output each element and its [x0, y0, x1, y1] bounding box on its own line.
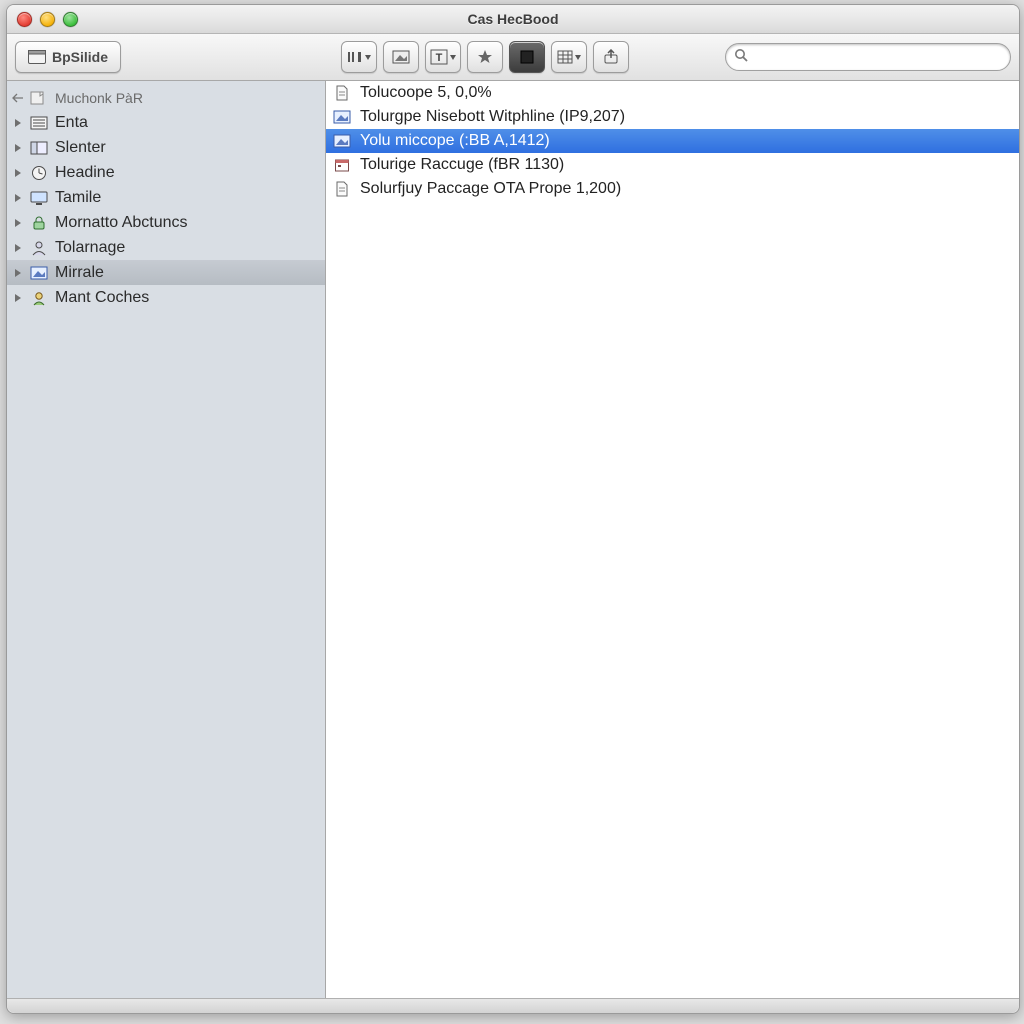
sidebar-root-label: Muchonk PàR [53, 90, 143, 106]
doc-icon [332, 180, 352, 198]
search-icon [734, 48, 748, 66]
sidebar-item-label: Tamile [53, 189, 101, 207]
share-button[interactable] [593, 41, 629, 73]
zoom-button[interactable] [63, 12, 78, 27]
picture-icon [332, 108, 352, 126]
sidebar-item-tamile[interactable]: Tamile [7, 185, 325, 210]
content-list[interactable]: Tolucoope 5, 0,0% Tolurgpe Nisebott Witph… [326, 81, 1019, 998]
chevron-down-icon [365, 55, 371, 60]
star-button[interactable] [467, 41, 503, 73]
chevron-down-icon [450, 55, 456, 60]
list-item[interactable]: Tolucoope 5, 0,0% [326, 81, 1019, 105]
screen-icon [29, 189, 49, 207]
search-input[interactable] [725, 43, 1011, 71]
sidebar: Muchonk PàR Enta Slenter Headine Tamile Morn… [7, 81, 326, 998]
body: Muchonk PàR Enta Slenter Headine Tamile Morn… [7, 81, 1019, 998]
close-button[interactable] [17, 12, 32, 27]
list-item-label: Solurfjuy Paccage OTA Prope 1,200) [360, 180, 621, 198]
sidebar-item-mirrale[interactable]: Mirrale [7, 260, 325, 285]
disclosure-triangle-icon[interactable] [11, 266, 25, 280]
sidebar-item-label: Headine [53, 164, 115, 182]
lock-icon [29, 214, 49, 232]
list-item-label: Tolucoope 5, 0,0% [360, 84, 492, 102]
sidebar-item-tolarnage[interactable]: Tolarnage [7, 235, 325, 260]
clock-icon [29, 164, 49, 182]
svg-text:T: T [436, 52, 443, 64]
sidebar-item-label: Slenter [53, 139, 106, 157]
bottom-frame [7, 998, 1019, 1013]
window-icon [28, 50, 46, 64]
list-item-label: Tolurige Raccuge (fBR 1130) [360, 156, 564, 174]
list-item[interactable]: Yolu miccope (:BB A,1412) [326, 129, 1019, 153]
toolbar: BpSilide T [7, 34, 1019, 81]
primary-toolbar-button[interactable]: BpSilide [15, 41, 121, 73]
sliders-button[interactable] [341, 41, 377, 73]
disclosure-triangle-icon[interactable] [11, 166, 25, 180]
folder-icon [29, 89, 49, 107]
search-field[interactable] [754, 48, 1002, 66]
text-button[interactable]: T [425, 41, 461, 73]
sidebar-item-label: Mirrale [53, 264, 104, 282]
disclosure-triangle-icon[interactable] [11, 216, 25, 230]
toolbar-icon-group: T [341, 41, 629, 73]
sidebar-item-label: Enta [53, 114, 88, 132]
primary-button-label: BpSilide [52, 49, 108, 65]
disclosure-triangle-icon[interactable] [11, 241, 25, 255]
list-item-label: Yolu miccope (:BB A,1412) [360, 132, 550, 150]
list-icon [29, 114, 49, 132]
person-icon [29, 239, 49, 257]
list-item[interactable]: Solurfjuy Paccage OTA Prope 1,200) [326, 177, 1019, 201]
cal-icon [332, 156, 352, 174]
list-item[interactable]: Tolurige Raccuge (fBR 1130) [326, 153, 1019, 177]
square-button[interactable] [509, 41, 545, 73]
disclosure-triangle-icon[interactable] [11, 291, 25, 305]
disclosure-triangle-icon[interactable] [11, 116, 25, 130]
titlebar: Cas HecBood [7, 5, 1019, 34]
grid-button[interactable] [551, 41, 587, 73]
panel-icon [29, 139, 49, 157]
list-item[interactable]: Tolurgpe Nisebott Witphline (IP9,207) [326, 105, 1019, 129]
picture-icon [29, 264, 49, 282]
doc-icon [332, 84, 352, 102]
window-title: Cas HecBood [7, 11, 1019, 27]
sidebar-item-label: Mant Coches [53, 289, 149, 307]
sidebar-item-label: Tolarnage [53, 239, 125, 257]
sidebar-item-slenter[interactable]: Slenter [7, 135, 325, 160]
sidebar-item-enta[interactable]: Enta [7, 110, 325, 135]
picture-button[interactable] [383, 41, 419, 73]
minimize-button[interactable] [40, 12, 55, 27]
traffic-lights [7, 12, 78, 27]
window: Cas HecBood BpSilide T [6, 4, 1020, 1014]
sidebar-root[interactable]: Muchonk PàR [7, 85, 325, 110]
list-item-label: Tolurgpe Nisebott Witphline (IP9,207) [360, 108, 625, 126]
sidebar-item-label: Mornatto Abctuncs [53, 214, 188, 232]
picture-icon [332, 132, 352, 150]
chevron-down-icon [575, 55, 581, 60]
sidebar-item-mant-coches[interactable]: Mant Coches [7, 285, 325, 310]
sidebar-item-headine[interactable]: Headine [7, 160, 325, 185]
user-icon [29, 289, 49, 307]
disclosure-triangle-icon[interactable] [11, 191, 25, 205]
sidebar-item-mornatto-abctuncs[interactable]: Mornatto Abctuncs [7, 210, 325, 235]
disclosure-triangle-icon[interactable] [11, 141, 25, 155]
back-arrow-icon [11, 91, 25, 105]
